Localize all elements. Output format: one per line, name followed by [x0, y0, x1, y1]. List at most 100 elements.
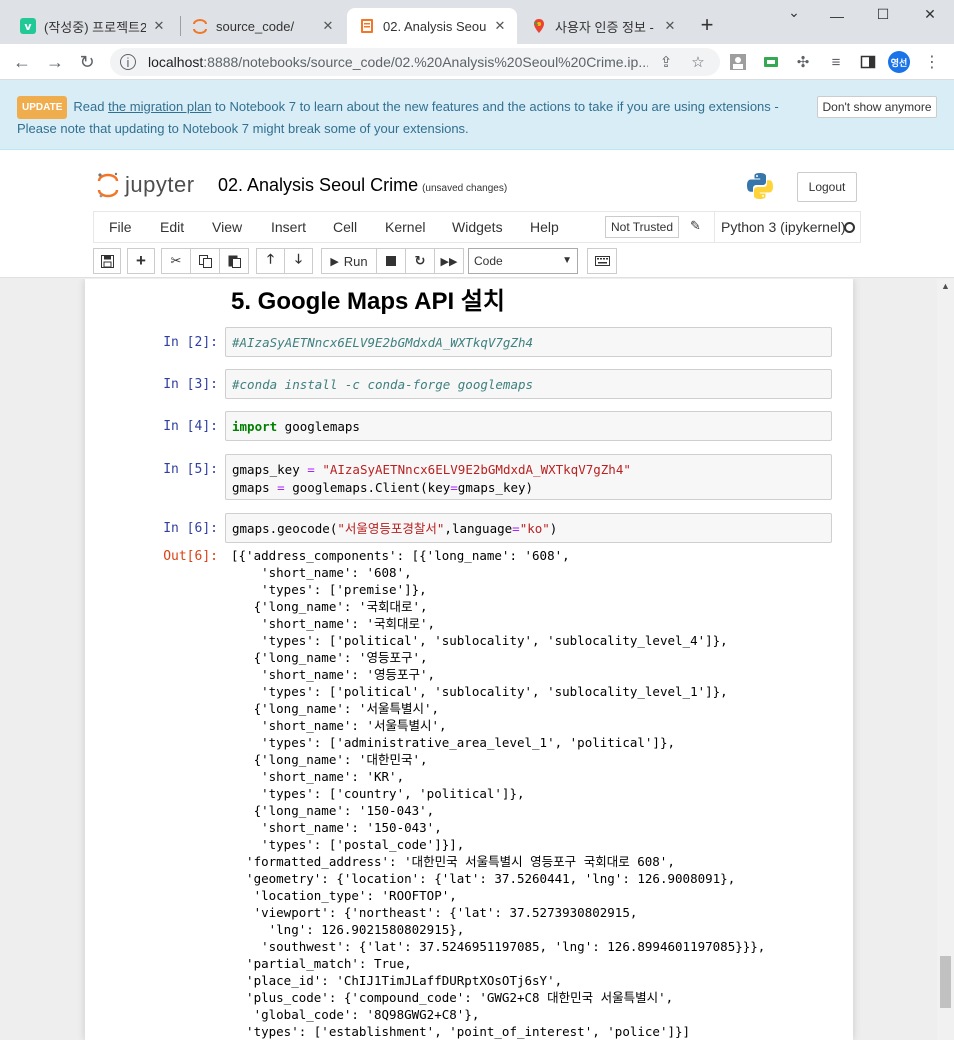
cell-type-select[interactable]: Code ▼: [468, 248, 578, 274]
copy-button[interactable]: [190, 248, 220, 274]
insert-cell-button[interactable]: +: [127, 248, 155, 274]
code-text: #AIzaSyAETNncx6ELV9E2bGMdxdA_WXTkqV7gZh4: [232, 335, 534, 350]
close-icon[interactable]: ✕: [321, 18, 335, 34]
command-palette-button[interactable]: [587, 248, 617, 274]
back-arrow-icon[interactable]: ←: [11, 51, 33, 73]
jupyter-icon: [192, 18, 208, 34]
logout-button[interactable]: Logout: [797, 172, 857, 202]
run-button[interactable]: ▶ Run: [321, 248, 377, 274]
menu-help[interactable]: Help: [530, 219, 559, 235]
kernel-name[interactable]: Python 3 (ipykernel): [714, 212, 846, 242]
run-all-button[interactable]: ▶▶: [434, 248, 464, 274]
url-bar[interactable]: i localhost:8888/notebooks/source_code/0…: [110, 48, 720, 76]
python-logo-icon: [746, 172, 774, 205]
close-icon[interactable]: ✕: [663, 18, 677, 34]
notebook-scroll-area[interactable]: 5. Google Maps API 설치 In [2]: #AIzaSyAET…: [0, 279, 937, 1040]
maximize-icon[interactable]: ☐: [868, 6, 898, 23]
browser-tab-active[interactable]: 02. Analysis Seoul ✕: [347, 8, 517, 44]
move-down-button[interactable]: 🡓: [284, 248, 313, 274]
paste-button[interactable]: [219, 248, 249, 274]
cell-output: [{'address_components': [{'long_name': '…: [231, 548, 766, 1039]
paste-icon: [228, 255, 241, 268]
code-cell[interactable]: #AIzaSyAETNncx6ELV9E2bGMdxdA_WXTkqV7gZh4: [225, 327, 832, 357]
tab-title: 02. Analysis Seoul: [383, 18, 487, 34]
chevron-down-icon: ▼: [562, 255, 572, 266]
close-icon[interactable]: ✕: [152, 18, 166, 34]
google-maps-icon: [531, 18, 547, 34]
jupyter-logo[interactable]: jupyter: [97, 172, 195, 198]
output-prompt: Out[6]:: [163, 549, 218, 564]
save-button[interactable]: [93, 248, 121, 274]
input-prompt: In [5]:: [163, 462, 218, 477]
restart-button[interactable]: ↻: [405, 248, 435, 274]
window-close-icon[interactable]: ✕: [915, 6, 945, 23]
profile-avatar[interactable]: 영선: [888, 51, 910, 73]
share-icon[interactable]: ⇪: [658, 54, 674, 71]
bookmark-star-icon[interactable]: ☆: [690, 54, 706, 71]
markdown-heading: 5. Google Maps API 설치: [231, 288, 505, 315]
code-cell[interactable]: #conda install -c conda-forge googlemaps: [225, 369, 832, 399]
browser-address-bar: ← → ↻ i localhost:8888/notebooks/source_…: [0, 44, 954, 80]
input-prompt: In [6]:: [163, 521, 218, 536]
menu-view[interactable]: View: [212, 219, 242, 235]
code-cell[interactable]: gmaps_key = "AIzaSyAETNncx6ELV9E2bGMdxdA…: [225, 454, 832, 500]
code-text: #conda install -c conda-forge googlemaps: [232, 377, 534, 392]
scissors-icon: ✂: [170, 253, 182, 268]
notebook-title[interactable]: 02. Analysis Seoul Crime (unsaved changes…: [218, 175, 507, 196]
scrollbar-thumb[interactable]: [940, 956, 951, 1008]
tab-title: 사용자 인증 정보 -: [555, 19, 654, 35]
save-icon: [100, 254, 114, 268]
code-text: gmaps.geocode("서울영등포경찰서",language="ko"): [232, 521, 558, 536]
stop-icon: [386, 256, 396, 266]
notebook-icon: [359, 18, 375, 34]
code-text: import googlemaps: [232, 419, 360, 434]
kernel-idle-icon: [844, 222, 855, 233]
dont-show-anymore-button[interactable]: Don't show anymore: [817, 96, 937, 118]
reload-icon[interactable]: ↻: [76, 51, 98, 73]
puzzle-icon[interactable]: ✣: [795, 54, 811, 71]
migration-plan-link[interactable]: the migration plan: [108, 99, 211, 114]
minimize-icon[interactable]: —: [822, 8, 852, 24]
tab-title: source_code/: [216, 18, 295, 34]
url-text: localhost:8888/notebooks/source_code/02.…: [148, 54, 648, 70]
pencil-icon[interactable]: ✎: [690, 218, 701, 234]
browser-tab[interactable]: v (작성중) 프로젝트2 ✕: [8, 8, 176, 44]
close-icon[interactable]: ✕: [493, 18, 507, 34]
new-tab-icon[interactable]: +: [696, 14, 718, 36]
copy-icon: [198, 254, 212, 268]
jupyter-wordmark: jupyter: [125, 172, 195, 197]
fast-forward-icon: ▶▶: [440, 255, 458, 268]
info-icon[interactable]: i: [120, 54, 136, 70]
tab-title: (작성중) 프로젝트2: [44, 19, 146, 35]
menu-kernel[interactable]: Kernel: [385, 219, 425, 235]
browser-tab[interactable]: 사용자 인증 정보 - ✕: [519, 8, 687, 44]
media-control-icon[interactable]: ≡: [828, 54, 844, 71]
side-panel-icon[interactable]: [860, 54, 876, 70]
code-text: gmaps_key = "AIzaSyAETNncx6ELV9E2bGMdxdA…: [232, 462, 631, 495]
menu-widgets[interactable]: Widgets: [452, 219, 503, 235]
save-status: (unsaved changes): [422, 183, 508, 194]
extension-profile-icon[interactable]: [730, 54, 746, 70]
svg-text:v: v: [24, 20, 32, 33]
jupyter-logo-icon: [97, 172, 119, 198]
notebook-container: 5. Google Maps API 설치 In [2]: #AIzaSyAET…: [85, 279, 853, 1040]
menu-insert[interactable]: Insert: [271, 219, 306, 235]
not-trusted-button[interactable]: Not Trusted: [605, 216, 680, 238]
chevron-down-icon[interactable]: ⌄: [779, 4, 809, 21]
kebab-menu-icon[interactable]: ⋮: [924, 54, 940, 71]
menu-cell[interactable]: Cell: [333, 219, 357, 235]
update-banner: UPDATE Read the migration plan to Noteboo…: [0, 80, 954, 150]
code-cell[interactable]: gmaps.geocode("서울영등포경찰서",language="ko"): [225, 513, 832, 543]
code-cell[interactable]: import googlemaps: [225, 411, 832, 441]
extension-screen-icon[interactable]: [763, 54, 779, 70]
menu-file[interactable]: File: [109, 219, 132, 235]
forward-arrow-icon[interactable]: →: [44, 51, 66, 73]
menu-edit[interactable]: Edit: [160, 219, 184, 235]
vertical-scrollbar[interactable]: ▲: [937, 279, 954, 1040]
move-up-button[interactable]: 🡑: [256, 248, 285, 274]
browser-tab[interactable]: source_code/ ✕: [180, 8, 345, 44]
arrow-up-icon: 🡑: [267, 251, 274, 266]
scroll-up-arrow-icon[interactable]: ▲: [937, 281, 954, 291]
cut-button[interactable]: ✂: [161, 248, 191, 274]
interrupt-button[interactable]: [376, 248, 406, 274]
